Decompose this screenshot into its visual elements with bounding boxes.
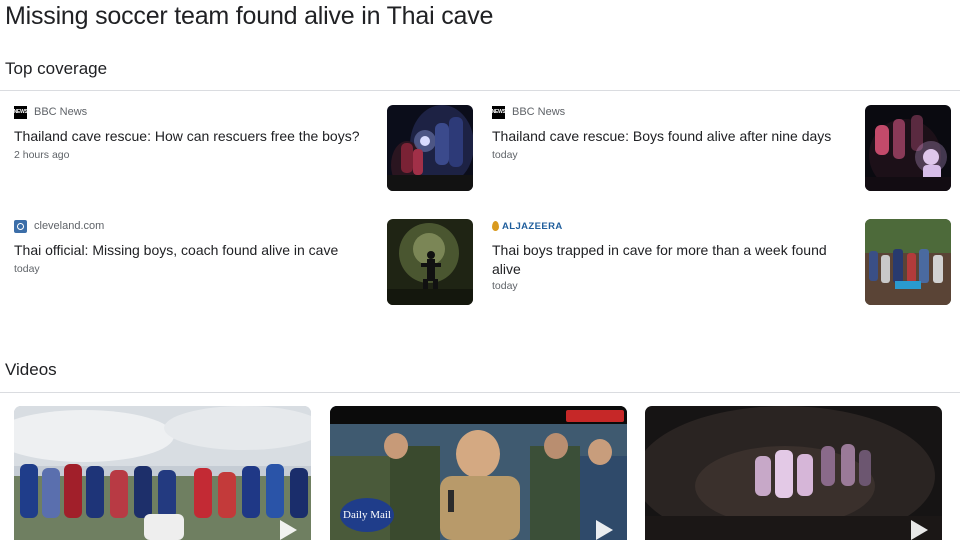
article-headline[interactable]: Thailand cave rescue: How can rescuers f… [14, 127, 364, 146]
rescue-crowd-photo-icon[interactable] [865, 219, 951, 305]
bbc-news-logo-icon: NEWS [14, 105, 28, 119]
bbc-news-logo-icon: NEWS [492, 105, 506, 119]
section-heading-top-coverage: Top coverage [5, 59, 108, 78]
article-card[interactable]: NEWS BBC News Thailand cave rescue: How … [14, 105, 474, 193]
article-source: NEWS BBC News [492, 105, 565, 119]
article-source: cleveland.com [14, 219, 104, 233]
video-card[interactable] [14, 406, 311, 540]
play-icon [596, 520, 613, 540]
article-age: today [492, 149, 518, 161]
cave-silhouette-photo-icon[interactable] [387, 219, 473, 305]
boys-in-cave-photo-icon[interactable] [865, 105, 951, 191]
play-icon [911, 520, 928, 540]
page-title: Missing soccer team found alive in Thai … [5, 2, 494, 30]
video-card[interactable] [645, 406, 942, 540]
source-name: BBC News [34, 106, 88, 118]
article-headline[interactable]: Thai official: Missing boys, coach found… [14, 241, 364, 260]
source-name: ALJAZEERA [502, 220, 563, 232]
article-card[interactable]: cleveland.com Thai official: Missing boy… [14, 219, 474, 307]
play-icon [280, 520, 297, 540]
divider [0, 392, 960, 393]
article-age: today [14, 263, 40, 275]
source-name: cleveland.com [34, 220, 105, 232]
article-age: today [492, 280, 518, 292]
article-card[interactable]: ALJAZEERA Thai boys trapped in cave for … [492, 219, 952, 307]
cave-boys-video-icon [645, 406, 942, 540]
article-card[interactable]: NEWS BBC News Thailand cave rescue: Boys… [492, 105, 952, 193]
article-source: NEWS BBC News [14, 105, 87, 119]
article-source: ALJAZEERA [492, 219, 563, 233]
video-card[interactable]: Daily Mail [330, 406, 627, 540]
aljazeera-logo-icon: ALJAZEERA [492, 221, 563, 232]
article-headline[interactable]: Thailand cave rescue: Boys found alive a… [492, 127, 842, 146]
cave-divers-photo-icon[interactable] [387, 105, 473, 191]
daily-mail-logo-icon: Daily Mail [340, 498, 394, 532]
cleveland-logo-icon [14, 219, 27, 233]
article-headline[interactable]: Thai boys trapped in cave for more than … [492, 241, 842, 279]
team-photo-video-icon [14, 406, 311, 540]
divider [0, 90, 960, 91]
video-overlay-text: Daily Mail [343, 508, 391, 521]
section-heading-videos: Videos [5, 360, 57, 379]
article-age: 2 hours ago [14, 149, 70, 161]
source-name: BBC News [512, 106, 566, 118]
